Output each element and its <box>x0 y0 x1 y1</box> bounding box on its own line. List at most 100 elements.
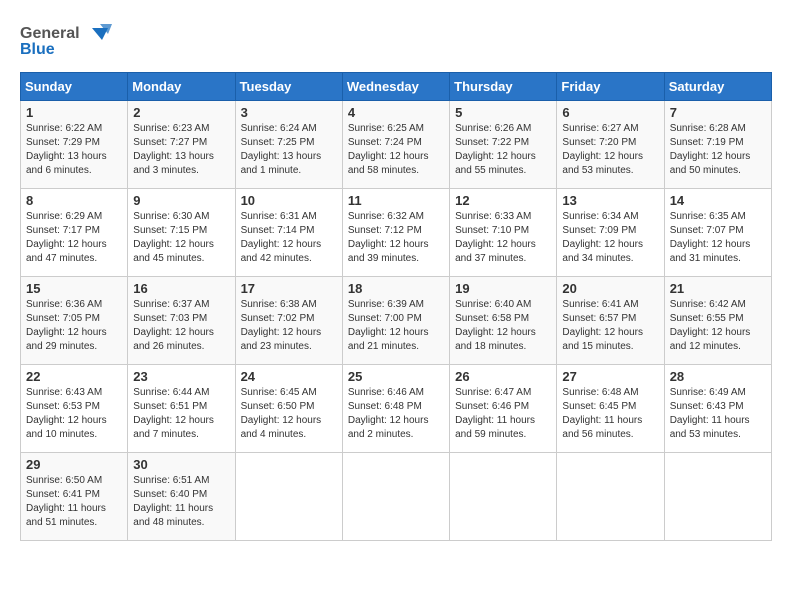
day-number: 2 <box>133 105 229 120</box>
day-info: Sunrise: 6:36 AM Sunset: 7:05 PM Dayligh… <box>26 298 122 354</box>
day-info: Sunrise: 6:40 AM Sunset: 6:58 PM Dayligh… <box>455 298 551 354</box>
calendar-table: SundayMondayTuesdayWednesdayThursdayFrid… <box>20 72 772 541</box>
day-number: 4 <box>348 105 444 120</box>
day-number: 20 <box>562 281 658 296</box>
day-info: Sunrise: 6:49 AM Sunset: 6:43 PM Dayligh… <box>670 386 766 442</box>
day-info: Sunrise: 6:48 AM Sunset: 6:45 PM Dayligh… <box>562 386 658 442</box>
weekday-header: Thursday <box>450 73 557 101</box>
day-number: 30 <box>133 457 229 472</box>
day-info: Sunrise: 6:51 AM Sunset: 6:40 PM Dayligh… <box>133 474 229 530</box>
calendar-cell: 1 Sunrise: 6:22 AM Sunset: 7:29 PM Dayli… <box>21 101 128 189</box>
calendar-cell: 8 Sunrise: 6:29 AM Sunset: 7:17 PM Dayli… <box>21 189 128 277</box>
day-number: 6 <box>562 105 658 120</box>
day-info: Sunrise: 6:29 AM Sunset: 7:17 PM Dayligh… <box>26 210 122 266</box>
calendar-cell: 28 Sunrise: 6:49 AM Sunset: 6:43 PM Dayl… <box>664 365 771 453</box>
day-number: 26 <box>455 369 551 384</box>
weekday-header: Monday <box>128 73 235 101</box>
day-number: 9 <box>133 193 229 208</box>
day-info: Sunrise: 6:38 AM Sunset: 7:02 PM Dayligh… <box>241 298 337 354</box>
day-info: Sunrise: 6:35 AM Sunset: 7:07 PM Dayligh… <box>670 210 766 266</box>
calendar-cell <box>450 453 557 541</box>
day-info: Sunrise: 6:26 AM Sunset: 7:22 PM Dayligh… <box>455 122 551 178</box>
day-number: 18 <box>348 281 444 296</box>
day-number: 28 <box>670 369 766 384</box>
day-info: Sunrise: 6:37 AM Sunset: 7:03 PM Dayligh… <box>133 298 229 354</box>
day-info: Sunrise: 6:50 AM Sunset: 6:41 PM Dayligh… <box>26 474 122 530</box>
calendar-cell: 6 Sunrise: 6:27 AM Sunset: 7:20 PM Dayli… <box>557 101 664 189</box>
day-info: Sunrise: 6:42 AM Sunset: 6:55 PM Dayligh… <box>670 298 766 354</box>
calendar-cell: 2 Sunrise: 6:23 AM Sunset: 7:27 PM Dayli… <box>128 101 235 189</box>
day-number: 25 <box>348 369 444 384</box>
day-number: 15 <box>26 281 122 296</box>
calendar-cell <box>235 453 342 541</box>
day-info: Sunrise: 6:31 AM Sunset: 7:14 PM Dayligh… <box>241 210 337 266</box>
weekday-header: Saturday <box>664 73 771 101</box>
day-info: Sunrise: 6:45 AM Sunset: 6:50 PM Dayligh… <box>241 386 337 442</box>
day-number: 11 <box>348 193 444 208</box>
day-number: 8 <box>26 193 122 208</box>
day-info: Sunrise: 6:33 AM Sunset: 7:10 PM Dayligh… <box>455 210 551 266</box>
day-number: 13 <box>562 193 658 208</box>
day-info: Sunrise: 6:22 AM Sunset: 7:29 PM Dayligh… <box>26 122 122 178</box>
calendar-cell: 22 Sunrise: 6:43 AM Sunset: 6:53 PM Dayl… <box>21 365 128 453</box>
calendar-cell: 11 Sunrise: 6:32 AM Sunset: 7:12 PM Dayl… <box>342 189 449 277</box>
calendar-cell: 10 Sunrise: 6:31 AM Sunset: 7:14 PM Dayl… <box>235 189 342 277</box>
day-number: 12 <box>455 193 551 208</box>
weekday-header: Tuesday <box>235 73 342 101</box>
calendar-cell: 15 Sunrise: 6:36 AM Sunset: 7:05 PM Dayl… <box>21 277 128 365</box>
day-info: Sunrise: 6:24 AM Sunset: 7:25 PM Dayligh… <box>241 122 337 178</box>
weekday-header: Wednesday <box>342 73 449 101</box>
day-number: 3 <box>241 105 337 120</box>
day-info: Sunrise: 6:34 AM Sunset: 7:09 PM Dayligh… <box>562 210 658 266</box>
calendar-cell: 7 Sunrise: 6:28 AM Sunset: 7:19 PM Dayli… <box>664 101 771 189</box>
day-info: Sunrise: 6:39 AM Sunset: 7:00 PM Dayligh… <box>348 298 444 354</box>
day-info: Sunrise: 6:44 AM Sunset: 6:51 PM Dayligh… <box>133 386 229 442</box>
day-number: 7 <box>670 105 766 120</box>
calendar-cell: 12 Sunrise: 6:33 AM Sunset: 7:10 PM Dayl… <box>450 189 557 277</box>
svg-text:Blue: Blue <box>20 41 55 58</box>
day-number: 1 <box>26 105 122 120</box>
weekday-header: Friday <box>557 73 664 101</box>
calendar-cell: 16 Sunrise: 6:37 AM Sunset: 7:03 PM Dayl… <box>128 277 235 365</box>
calendar-cell: 27 Sunrise: 6:48 AM Sunset: 6:45 PM Dayl… <box>557 365 664 453</box>
calendar-cell: 14 Sunrise: 6:35 AM Sunset: 7:07 PM Dayl… <box>664 189 771 277</box>
calendar-cell: 30 Sunrise: 6:51 AM Sunset: 6:40 PM Dayl… <box>128 453 235 541</box>
day-number: 21 <box>670 281 766 296</box>
day-info: Sunrise: 6:46 AM Sunset: 6:48 PM Dayligh… <box>348 386 444 442</box>
day-info: Sunrise: 6:47 AM Sunset: 6:46 PM Dayligh… <box>455 386 551 442</box>
day-info: Sunrise: 6:27 AM Sunset: 7:20 PM Dayligh… <box>562 122 658 178</box>
calendar-cell <box>342 453 449 541</box>
logo: General Blue <box>20 20 120 60</box>
calendar-cell <box>664 453 771 541</box>
calendar-cell: 26 Sunrise: 6:47 AM Sunset: 6:46 PM Dayl… <box>450 365 557 453</box>
day-info: Sunrise: 6:41 AM Sunset: 6:57 PM Dayligh… <box>562 298 658 354</box>
day-info: Sunrise: 6:25 AM Sunset: 7:24 PM Dayligh… <box>348 122 444 178</box>
day-info: Sunrise: 6:23 AM Sunset: 7:27 PM Dayligh… <box>133 122 229 178</box>
calendar-cell: 25 Sunrise: 6:46 AM Sunset: 6:48 PM Dayl… <box>342 365 449 453</box>
calendar-cell: 9 Sunrise: 6:30 AM Sunset: 7:15 PM Dayli… <box>128 189 235 277</box>
day-info: Sunrise: 6:28 AM Sunset: 7:19 PM Dayligh… <box>670 122 766 178</box>
calendar-cell: 29 Sunrise: 6:50 AM Sunset: 6:41 PM Dayl… <box>21 453 128 541</box>
day-number: 23 <box>133 369 229 384</box>
day-info: Sunrise: 6:32 AM Sunset: 7:12 PM Dayligh… <box>348 210 444 266</box>
day-number: 19 <box>455 281 551 296</box>
day-number: 22 <box>26 369 122 384</box>
calendar-cell: 4 Sunrise: 6:25 AM Sunset: 7:24 PM Dayli… <box>342 101 449 189</box>
calendar-cell: 20 Sunrise: 6:41 AM Sunset: 6:57 PM Dayl… <box>557 277 664 365</box>
day-info: Sunrise: 6:30 AM Sunset: 7:15 PM Dayligh… <box>133 210 229 266</box>
day-number: 29 <box>26 457 122 472</box>
svg-text:General: General <box>20 25 80 42</box>
calendar-cell: 24 Sunrise: 6:45 AM Sunset: 6:50 PM Dayl… <box>235 365 342 453</box>
calendar-cell: 19 Sunrise: 6:40 AM Sunset: 6:58 PM Dayl… <box>450 277 557 365</box>
calendar-cell: 23 Sunrise: 6:44 AM Sunset: 6:51 PM Dayl… <box>128 365 235 453</box>
calendar-cell: 3 Sunrise: 6:24 AM Sunset: 7:25 PM Dayli… <box>235 101 342 189</box>
day-number: 10 <box>241 193 337 208</box>
day-number: 16 <box>133 281 229 296</box>
calendar-cell: 21 Sunrise: 6:42 AM Sunset: 6:55 PM Dayl… <box>664 277 771 365</box>
day-number: 17 <box>241 281 337 296</box>
day-number: 27 <box>562 369 658 384</box>
page-header: General Blue <box>20 20 772 60</box>
calendar-cell: 13 Sunrise: 6:34 AM Sunset: 7:09 PM Dayl… <box>557 189 664 277</box>
calendar-cell: 18 Sunrise: 6:39 AM Sunset: 7:00 PM Dayl… <box>342 277 449 365</box>
day-number: 5 <box>455 105 551 120</box>
